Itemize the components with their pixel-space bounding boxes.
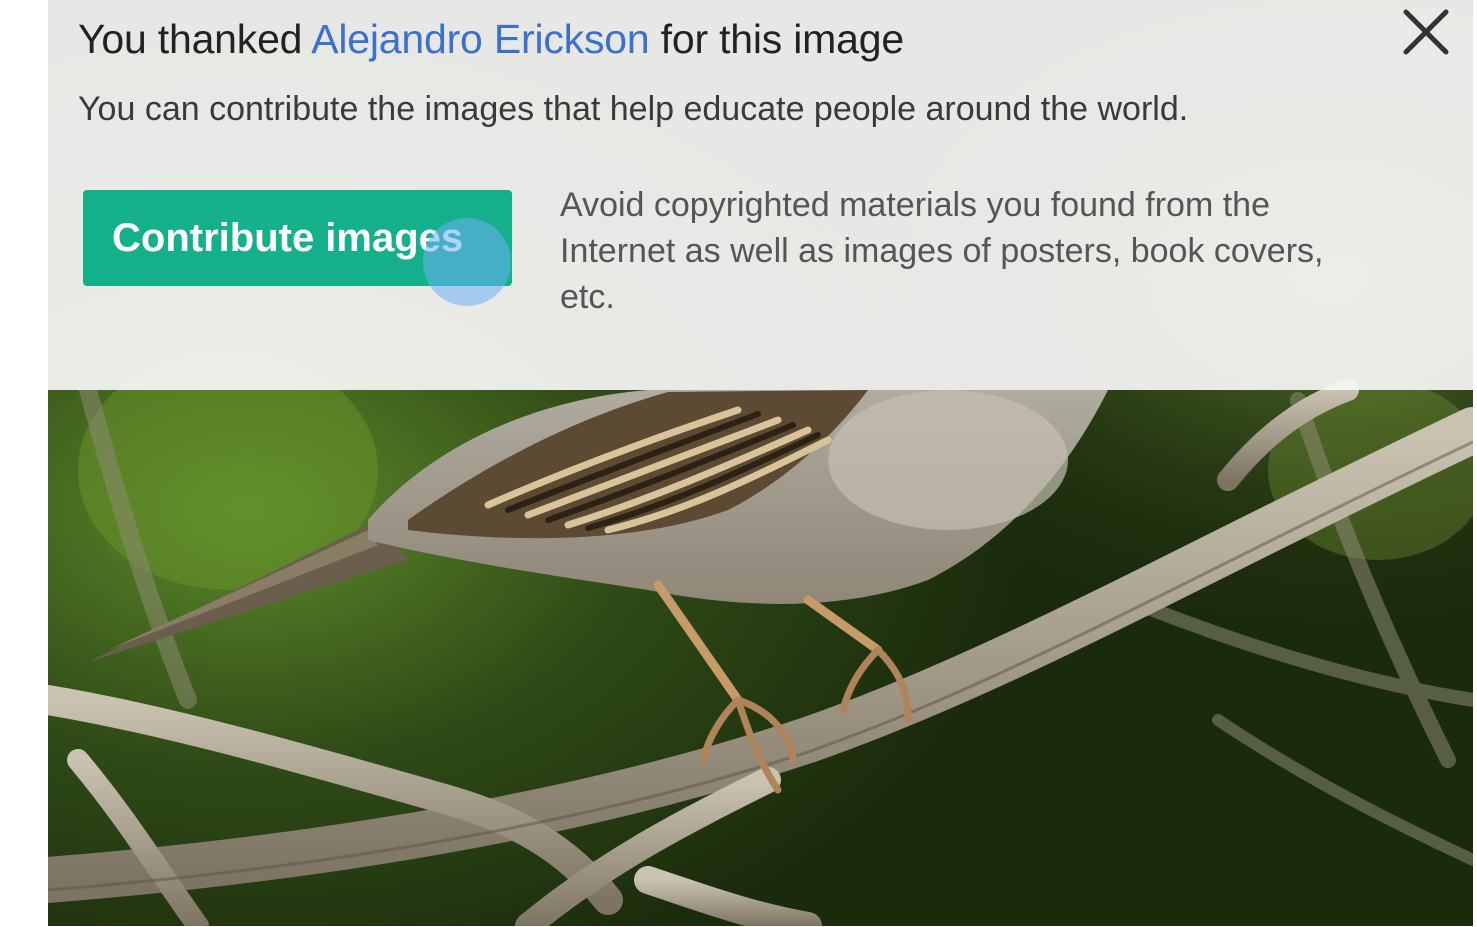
copyright-notice: Avoid copyrighted materials you found fr… [560, 186, 1324, 316]
click-indicator [423, 218, 511, 306]
image-dialog: You thanked Alejandro Erickson for this … [48, 0, 1473, 926]
headline-suffix: for this image [649, 16, 905, 62]
close-icon [1403, 9, 1449, 55]
close-button[interactable] [1396, 4, 1456, 60]
headline-prefix: You thanked [78, 16, 312, 62]
thanks-headline: You thanked Alejandro Erickson for this … [78, 16, 904, 63]
author-link[interactable]: Alejandro Erickson [311, 16, 649, 62]
contribute-prompt: You can contribute the images that help … [78, 90, 1189, 128]
thanks-panel: You thanked Alejandro Erickson for this … [48, 0, 1473, 390]
